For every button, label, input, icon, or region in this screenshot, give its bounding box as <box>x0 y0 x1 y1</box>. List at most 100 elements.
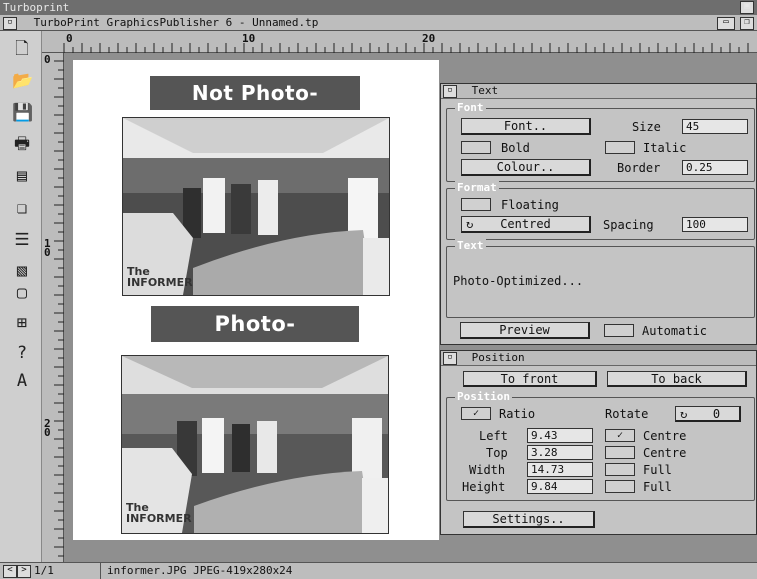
horizontal-ruler: 0 10 20 <box>42 31 757 53</box>
next-page-icon[interactable]: > <box>17 565 31 578</box>
photo-not-optimized[interactable]: The INFORMER <box>122 117 390 296</box>
rotate-cycle[interactable]: ↻ 0 <box>675 406 741 422</box>
rotate-label: Rotate <box>605 407 649 421</box>
bold-label: Bold <box>501 141 530 155</box>
height-field[interactable]: 9.84 <box>527 479 593 494</box>
italic-label: Italic <box>643 141 687 155</box>
ruler-ticks <box>63 43 749 53</box>
text-tool-icon[interactable]: A <box>12 371 32 391</box>
floating-checkbox[interactable] <box>461 198 491 211</box>
centre-h-label: Centre <box>643 429 687 443</box>
full-height-label: Full <box>643 480 672 494</box>
text-group-title: Text <box>455 239 486 252</box>
spacing-label: Spacing <box>603 218 654 232</box>
rotate-value: 0 <box>712 407 721 421</box>
centre-v-checkbox[interactable] <box>605 446 635 459</box>
position-group: Position ✓ Ratio Rotate ↻ 0 Left 9.43 ✓ … <box>446 390 755 501</box>
settings-button[interactable]: Settings.. <box>463 511 595 528</box>
print-icon[interactable]: 🖶 <box>12 134 32 154</box>
rotate-cycle-icon: ↻ <box>680 407 688 421</box>
text-panel-title: Text <box>471 84 499 97</box>
preview-button[interactable]: Preview <box>460 322 590 339</box>
zoom-icon[interactable]: ▭ <box>717 17 735 30</box>
italic-checkbox[interactable] <box>605 141 635 154</box>
centre-v-label: Centre <box>643 446 687 460</box>
alignment-value: Centred <box>500 217 551 231</box>
status-bar: < > 1/1 informer.JPG JPEG-419x280x24 <box>0 562 757 579</box>
label-optimized[interactable]: Photo-Optimized... <box>151 306 359 372</box>
floating-label: Floating <box>501 198 559 212</box>
grid-icon[interactable]: ⊞ <box>12 313 32 333</box>
alignment-cycle[interactable]: ↻ Centred <box>461 216 591 233</box>
label-not-optimized[interactable]: Not Photo-Optimized... <box>150 76 360 139</box>
position-panel-title: Position <box>471 351 525 364</box>
left-label: Left <box>479 429 508 443</box>
top-label: Top <box>486 446 508 460</box>
open-icon[interactable]: 📂 <box>12 71 33 91</box>
screen-title-bar: Turboprint ▣ <box>0 0 757 15</box>
status-divider <box>100 563 101 579</box>
centre-h-checkbox[interactable]: ✓ <box>605 429 635 442</box>
close-icon[interactable]: ▫ <box>3 16 17 30</box>
top-field[interactable]: 3.28 <box>527 445 593 460</box>
size-field[interactable]: 45 <box>682 119 748 134</box>
full-width-label: Full <box>643 463 672 477</box>
text-panel-close-icon[interactable]: ▫ <box>443 84 457 98</box>
screen-title: Turboprint <box>3 1 70 14</box>
text-frame-icon[interactable]: ▢ <box>12 283 32 303</box>
document-page[interactable]: Not Photo-Optimized... The INFORMER Phot… <box>73 60 439 540</box>
size-label: Size <box>632 120 661 134</box>
photo-optimized[interactable]: The INFORMER <box>121 355 389 534</box>
format-group: Format Floating ↻ Centred Spacing 100 <box>446 181 755 240</box>
new-page-icon[interactable]: 🗋 <box>12 39 32 59</box>
photo-sign-text-top: The INFORMER <box>127 265 193 289</box>
spacing-field[interactable]: 100 <box>682 217 748 232</box>
ratio-label: Ratio <box>499 407 536 421</box>
page-setup-icon[interactable]: ▤ <box>12 166 32 186</box>
position-panel-close-icon[interactable]: ▫ <box>443 351 457 365</box>
full-width-checkbox[interactable] <box>605 463 635 476</box>
full-height-checkbox[interactable] <box>605 480 635 493</box>
prev-page-icon[interactable]: < <box>3 565 17 578</box>
depth-icon[interactable]: ❐ <box>740 17 754 30</box>
ruler-mark-10: 10 <box>242 32 256 45</box>
ruler-mark-20: 20 <box>422 32 436 45</box>
position-panel-title-bar[interactable]: ▫ Position <box>441 351 756 366</box>
text-content-area[interactable]: Photo-Optimized... <box>453 263 745 299</box>
colour-button[interactable]: Colour.. <box>461 159 591 176</box>
width-field[interactable]: 14.73 <box>527 462 593 477</box>
photo-sign-text-bottom: The INFORMER <box>126 501 192 525</box>
screen-depth-icon[interactable]: ▣ <box>740 1 754 14</box>
ratio-checkbox[interactable]: ✓ <box>461 407 491 420</box>
left-field[interactable]: 9.43 <box>527 428 593 443</box>
file-info: informer.JPG JPEG-419x280x24 <box>107 564 293 577</box>
window-title-bar: ▫ TurboPrint GraphicsPublisher 6 - Unnam… <box>0 15 757 31</box>
bold-checkbox[interactable] <box>461 141 491 154</box>
text-panel: ▫ Text Font Font.. Size 45 Bold Italic C… <box>440 83 757 345</box>
position-panel: ▫ Position To front To back Position ✓ R… <box>440 350 757 535</box>
help-icon[interactable]: ? <box>12 343 32 363</box>
text-panel-title-bar[interactable]: ▫ Text <box>441 84 756 99</box>
automatic-checkbox[interactable] <box>604 324 634 337</box>
layers-icon[interactable]: ☰ <box>12 230 32 250</box>
text-group: Text Photo-Optimized... <box>446 239 755 318</box>
graphics-icon[interactable]: ▧ <box>12 261 32 281</box>
format-group-title: Format <box>455 181 499 194</box>
window-title: TurboPrint GraphicsPublisher 6 - Unnamed… <box>33 16 319 29</box>
to-front-button[interactable]: To front <box>463 371 597 387</box>
border-field[interactable]: 0.25 <box>682 160 748 175</box>
to-back-button[interactable]: To back <box>607 371 747 387</box>
font-group: Font Font.. Size 45 Bold Italic Colour..… <box>446 101 755 182</box>
copy-page-icon[interactable]: ❏ <box>12 198 32 218</box>
vruler-mark-0: 0 <box>44 53 51 66</box>
vertical-ruler: 0 1 0 2 0 <box>42 53 64 569</box>
vruler-mark-10: 1 0 <box>44 237 51 259</box>
automatic-label: Automatic <box>642 324 708 338</box>
vruler-mark-20: 2 0 <box>44 417 51 439</box>
tool-palette: 🗋 📂 💾 🖶 ▤ ❏ ☰ ▧ ▢ ⊞ ? A <box>0 31 42 569</box>
save-icon[interactable]: 💾 <box>12 103 33 123</box>
ruler-mark-0: 0 <box>66 32 73 45</box>
border-label: Border <box>617 161 661 175</box>
font-button[interactable]: Font.. <box>461 118 591 135</box>
vruler-ticks <box>54 60 64 566</box>
